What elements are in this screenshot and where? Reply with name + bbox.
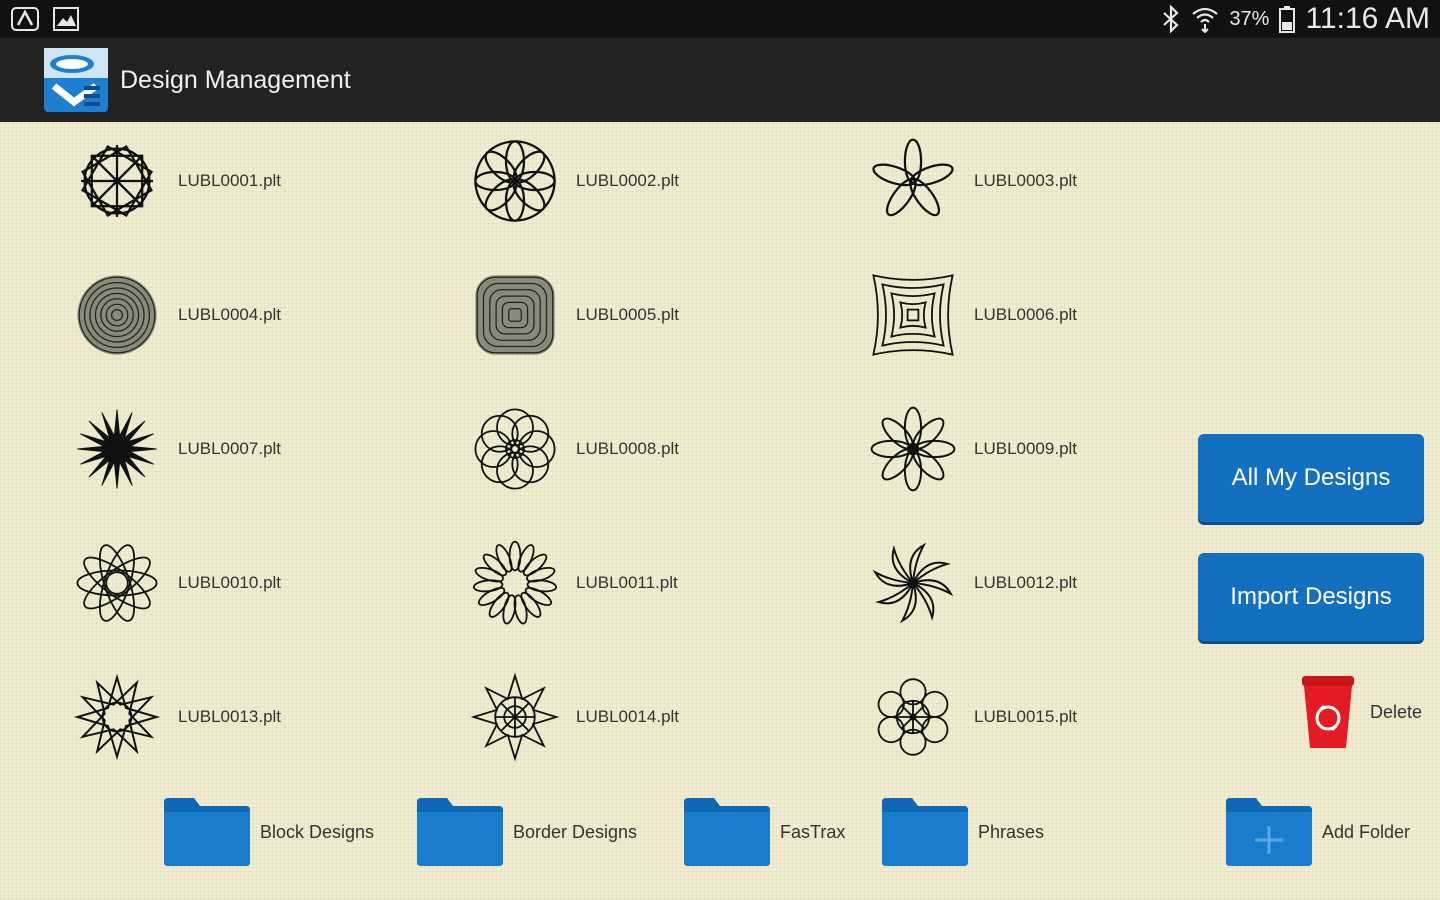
add-folder-label: Add Folder bbox=[1322, 821, 1411, 842]
folder-label: Border Designs bbox=[513, 821, 638, 842]
design-name: LUBL0011.plt bbox=[576, 573, 678, 592]
concentric-circle-icon bbox=[77, 275, 157, 355]
design-name: LUBL0002.plt bbox=[576, 171, 680, 190]
design-item-lubl0009[interactable]: LUBL0009.plt bbox=[868, 404, 1077, 494]
design-name: LUBL0003.plt bbox=[974, 171, 1078, 190]
design-name: LUBL0001.plt bbox=[178, 171, 282, 190]
app-logo-icon[interactable] bbox=[44, 48, 108, 112]
folder-label: Block Designs bbox=[260, 821, 375, 842]
design-item-lubl0007[interactable]: LUBL0007.plt bbox=[72, 404, 281, 494]
design-item-lubl0002[interactable]: LUBL0002.plt bbox=[470, 136, 679, 226]
design-name: LUBL0006.plt bbox=[974, 305, 1078, 324]
battery-icon bbox=[1279, 6, 1296, 33]
nested-square-icon bbox=[872, 274, 954, 356]
design-item-lubl0004[interactable]: LUBL0004.plt bbox=[72, 270, 281, 360]
lace-rosette-icon bbox=[877, 678, 949, 756]
design-item-lubl0011[interactable]: LUBL0011.plt bbox=[470, 538, 678, 628]
design-name: LUBL0012.plt bbox=[974, 573, 1078, 592]
pinwheel-star-icon bbox=[73, 673, 161, 761]
design-name: LUBL0008.plt bbox=[576, 439, 680, 458]
starburst-icon bbox=[77, 409, 157, 489]
design-item-lubl0012[interactable]: LUBL0012.plt bbox=[868, 538, 1077, 628]
swirl-icon bbox=[872, 542, 954, 624]
import-designs-button[interactable]: Import Designs bbox=[1198, 553, 1424, 641]
folder-icon bbox=[882, 798, 968, 866]
design-item-lubl0008[interactable]: LUBL0008.plt bbox=[470, 404, 679, 494]
folder-border-designs[interactable]: Border Designs bbox=[415, 796, 637, 868]
status-right-icons: 37% 11:16 AM bbox=[1161, 2, 1430, 36]
folder-fastrax[interactable]: FasTrax bbox=[682, 796, 845, 868]
page-title: Design Management bbox=[120, 65, 351, 94]
knot-rosette-icon bbox=[474, 408, 556, 490]
daisy-icon bbox=[870, 406, 956, 492]
trash-can-icon bbox=[1302, 676, 1354, 748]
design-item-lubl0005[interactable]: LUBL0005.plt bbox=[470, 270, 679, 360]
add-folder-icon bbox=[1226, 798, 1312, 866]
design-name: LUBL0005.plt bbox=[576, 305, 680, 324]
add-folder-button[interactable]: Add Folder bbox=[1224, 796, 1410, 868]
design-item-lubl0001[interactable]: LUBL0001.plt bbox=[72, 136, 281, 226]
design-item-lubl0015[interactable]: LUBL0015.plt bbox=[868, 672, 1077, 762]
status-left-icons bbox=[10, 6, 80, 32]
scalloped-flower-icon bbox=[472, 540, 558, 625]
all-my-designs-button[interactable]: All My Designs bbox=[1198, 434, 1424, 522]
design-item-lubl0010[interactable]: LUBL0010.plt bbox=[72, 538, 281, 628]
delete-button[interactable]: Delete bbox=[1298, 672, 1422, 752]
design-item-lubl0006[interactable]: LUBL0006.plt bbox=[868, 270, 1077, 360]
design-name: LUBL0007.plt bbox=[178, 439, 282, 458]
design-browser: LUBL0001.plt LUBL0002.plt LUBL0003.plt L… bbox=[0, 122, 1440, 900]
petal-flower-icon bbox=[474, 140, 556, 222]
delete-label: Delete bbox=[1370, 701, 1423, 722]
image-icon bbox=[53, 7, 79, 31]
design-name: LUBL0015.plt bbox=[974, 707, 1078, 726]
five-petal-flower-icon bbox=[872, 138, 954, 217]
design-name: LUBL0004.plt bbox=[178, 305, 282, 324]
spiky-star-icon bbox=[470, 672, 560, 762]
star-rosette-icon bbox=[81, 145, 153, 217]
bluetooth-icon bbox=[1163, 5, 1180, 33]
notification-icon bbox=[11, 7, 39, 31]
battery-percent: 37% bbox=[1229, 7, 1270, 30]
folder-label: Phrases bbox=[978, 821, 1045, 842]
wifi-icon bbox=[1192, 7, 1219, 33]
design-name: LUBL0013.plt bbox=[178, 707, 282, 726]
design-name: LUBL0010.plt bbox=[178, 573, 282, 592]
folder-label: FasTrax bbox=[780, 821, 846, 842]
design-item-lubl0014[interactable]: LUBL0014.plt bbox=[470, 672, 679, 762]
folder-icon bbox=[684, 798, 770, 866]
status-bar: 37% 11:16 AM bbox=[0, 0, 1440, 38]
clock: 11:16 AM bbox=[1305, 2, 1430, 35]
design-name: LUBL0014.plt bbox=[576, 707, 680, 726]
folder-icon bbox=[164, 798, 250, 866]
star-weave-icon bbox=[76, 544, 158, 622]
app-bar: Design Management bbox=[0, 38, 1440, 122]
folder-phrases[interactable]: Phrases bbox=[880, 796, 1044, 868]
folder-block-designs[interactable]: Block Designs bbox=[162, 796, 374, 868]
design-item-lubl0013[interactable]: LUBL0013.plt bbox=[72, 672, 281, 762]
concentric-square-icon bbox=[475, 275, 555, 355]
design-item-lubl0003[interactable]: LUBL0003.plt bbox=[868, 136, 1077, 226]
folder-icon bbox=[417, 798, 503, 866]
design-name: LUBL0009.plt bbox=[974, 439, 1078, 458]
